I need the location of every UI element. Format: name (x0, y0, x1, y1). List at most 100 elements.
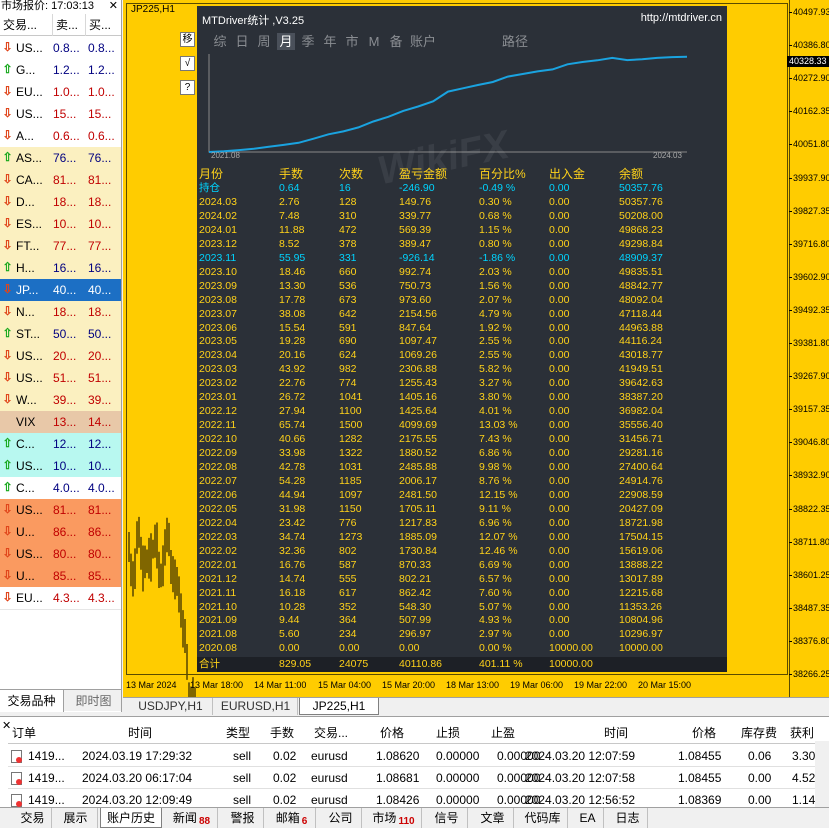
column-header[interactable]: 止损 (436, 722, 460, 744)
bid-price: 4.3... (53, 591, 80, 605)
price-tick-label: 40272.90 (789, 73, 829, 84)
table-cell: 23.42 (279, 516, 306, 529)
column-header[interactable]: 库存费 (741, 722, 777, 744)
panel-url-link[interactable]: http://mtdriver.cn (641, 12, 722, 24)
market-watch-row[interactable]: ⇧ G... 1.2... 1.2... (0, 59, 121, 82)
column-symbol[interactable]: 交易... (0, 14, 53, 36)
check-button[interactable]: √ (180, 56, 195, 71)
terminal-tab[interactable]: 邮箱 6 (268, 808, 316, 828)
table-row: 2022.02 32.36 802 1730.84 12.46 % 0.00 15619.0… (197, 544, 727, 558)
market-watch-row[interactable]: ⇩ US... 80... 80... (0, 543, 121, 566)
tab-jp225-h1[interactable]: JP225,H1 (299, 698, 379, 715)
tab-tick-chart[interactable]: 即时图 (65, 690, 121, 712)
table-cell: 1273 (339, 530, 363, 543)
market-watch-row[interactable]: ⇩ CA... 81... 81... (0, 169, 121, 192)
market-watch-row[interactable]: ⇩ US... 15... 15... (0, 103, 121, 126)
market-watch-row[interactable]: ⇩ N... 18... 18... (0, 301, 121, 324)
terminal-tab[interactable]: 新闻 88 (166, 808, 218, 828)
symbol-name: US... (16, 349, 43, 363)
table-cell: 36982.04 (619, 405, 663, 418)
market-watch-row[interactable]: ⇩ U... 86... 86... (0, 521, 121, 544)
terminal-tab[interactable]: 展示 (54, 808, 98, 828)
column-header[interactable]: 获利 (790, 722, 814, 744)
market-watch-row[interactable]: VIX 13... 14... (0, 411, 121, 434)
history-cell: 0.02 (273, 771, 297, 785)
column-header[interactable]: 时间 (128, 722, 152, 744)
table-cell: 43018.77 (619, 349, 663, 362)
table-cell: 1500 (339, 419, 363, 432)
market-watch-row[interactable]: ⇧ AS... 76... 76... (0, 147, 121, 170)
market-watch-row[interactable]: ⇩ US... 81... 81... (0, 499, 121, 522)
chart-window[interactable]: JP225,H1 移 √ ? 40497.93 40386.80 40272.90 4… (123, 0, 829, 697)
move-button[interactable]: 移 (180, 32, 195, 47)
close-icon[interactable]: ✕ (109, 0, 118, 13)
table-cell: 65.74 (279, 419, 306, 432)
market-watch-row[interactable]: ⇩ U... 85... 85... (0, 565, 121, 588)
market-watch-row[interactable]: ⇧ C... 12... 12... (0, 433, 121, 456)
market-watch-row[interactable]: ⇧ H... 16... 16... (0, 257, 121, 280)
column-header[interactable]: 价格 (380, 722, 404, 744)
table-cell: 0.00 (549, 223, 570, 236)
table-cell: 0.00 (549, 558, 570, 571)
terminal-tab[interactable]: 市场 110 (366, 808, 422, 828)
table-cell: 617 (339, 586, 357, 599)
terminal-tab[interactable]: 文章 (472, 808, 514, 828)
tab-usdjpy-h1[interactable]: USDJPY,H1 (129, 698, 213, 715)
column-header[interactable]: 手数 (270, 722, 294, 744)
market-watch-row[interactable]: ⇩ US... 51... 51... (0, 367, 121, 390)
table-cell: 0.00 (549, 335, 570, 348)
price-tick-label: 39381.80 (789, 338, 829, 348)
terminal-tab[interactable]: 警报 (222, 808, 264, 828)
market-watch-row[interactable]: ⇩ EU... 4.3... 4.3... (0, 587, 121, 610)
table-row: 2021.08 5.60 234 296.97 2.97 % 0.00 10296.97 (197, 627, 727, 641)
table-cell: 2023.02 (199, 377, 237, 390)
table-cell: 49298.84 (619, 237, 663, 250)
market-watch-row[interactable]: ⇩ EU... 1.0... 1.0... (0, 81, 121, 104)
table-cell: 6.57 % (479, 572, 512, 585)
table-cell: 1097 (339, 488, 363, 501)
bid-price: 81... (53, 503, 77, 517)
market-watch-row[interactable]: ⇩ W... 39... 39... (0, 389, 121, 412)
vertical-scrollbar[interactable] (815, 741, 829, 807)
column-header[interactable]: 时间 (604, 722, 628, 744)
column-header[interactable]: 价格 (692, 722, 716, 744)
help-button[interactable]: ? (180, 80, 195, 95)
column-header[interactable]: 订单 (12, 722, 36, 744)
table-row: 2021.11 16.18 617 862.42 7.60 % 0.00 12215.68 (197, 586, 727, 600)
terminal-tab[interactable]: 代码库 (518, 808, 568, 828)
table-row: 2023.01 26.72 1041 1405.16 3.80 % 0.00 38387.2… (197, 390, 727, 404)
table-cell: 42.78 (279, 461, 306, 473)
column-ask[interactable]: 买... (86, 14, 121, 36)
market-watch-row[interactable]: ⇩ ES... 10... 10... (0, 213, 121, 236)
column-header[interactable]: 止盈 (491, 722, 515, 744)
column-header[interactable]: 交易... (314, 722, 348, 744)
market-watch-row[interactable]: ⇩ D... 18... 18... (0, 191, 121, 214)
table-row: 2023.09 13.30 536 750.73 1.56 % 0.00 48842.77 (197, 279, 727, 293)
history-row[interactable]: 1419... 2024.03.20 06:17:04 sell 0.02 eurusd… (8, 767, 824, 789)
market-watch-row[interactable]: ⇩ US... 20... 20... (0, 345, 121, 368)
terminal-tab[interactable]: 信号 (426, 808, 468, 828)
market-watch-row[interactable]: ⇩ US... 0.8... 0.8... (0, 37, 121, 60)
column-header[interactable]: 类型 (226, 722, 250, 744)
table-row: 2021.10 10.28 352 548.30 5.07 % 0.00 11353.26 (197, 600, 727, 614)
terminal-tab[interactable]: EA (572, 808, 604, 828)
market-watch-row[interactable]: ⇩ FT... 77... 77... (0, 235, 121, 258)
history-row[interactable]: 1419... 2024.03.19 17:29:32 sell 0.02 eurusd… (8, 745, 824, 767)
tab-eurusd-h1[interactable]: EURUSD,H1 (214, 698, 298, 715)
column-bid[interactable]: 卖... (53, 14, 86, 36)
terminal-tab[interactable]: 交易 (14, 808, 52, 828)
table-cell: 2022.04 (199, 516, 237, 529)
market-watch-row[interactable]: ⇧ ST... 50... 50... (0, 323, 121, 346)
market-watch-row[interactable]: ⇧ US... 10... 10... (0, 455, 121, 478)
table-cell: 0.00 (549, 628, 570, 641)
market-watch-row[interactable]: ⇧ C... 4.0... 4.0... (0, 477, 121, 500)
tab-symbols[interactable]: 交易品种 (0, 690, 64, 712)
terminal-tab[interactable]: 公司 (320, 808, 362, 828)
terminal-tab[interactable]: 日志 (608, 808, 648, 828)
market-watch-row[interactable]: ⇩ JP... 40... 40... (0, 279, 121, 302)
ask-price: 51... (88, 371, 112, 385)
market-watch-row[interactable]: ⇩ A... 0.6... 0.6... (0, 125, 121, 148)
price-tick-label: 40497.93 (789, 7, 829, 17)
price-tick-label: 40162.35 (789, 106, 829, 117)
terminal-tab[interactable]: 账户历史 (100, 808, 162, 828)
